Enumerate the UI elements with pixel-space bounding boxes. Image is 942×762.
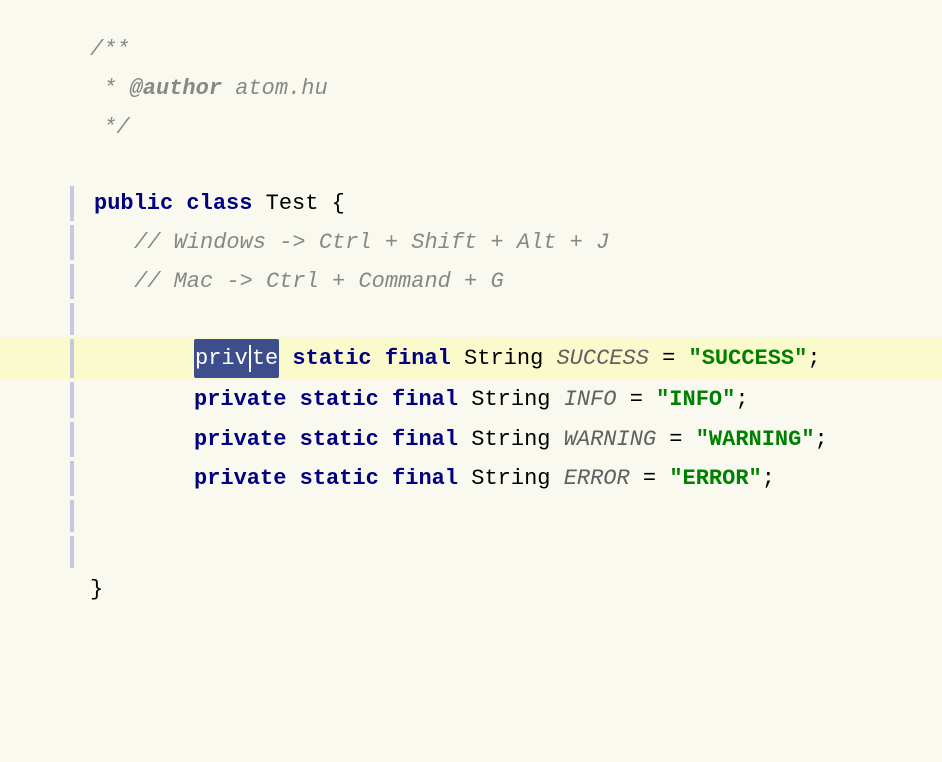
varname-success: SUCCESS xyxy=(556,341,648,376)
line-2: * @author atom.hu xyxy=(0,69,942,108)
javadoc-close: */ xyxy=(90,110,130,145)
keyword-public: public xyxy=(94,186,173,221)
left-border-13 xyxy=(70,500,74,532)
line-3: */ xyxy=(0,108,942,147)
line-11: private static final String WARNING = "W… xyxy=(0,420,942,459)
line-content-7: // Mac -> Ctrl + Command + G xyxy=(74,264,504,299)
line-content-15: } xyxy=(70,572,103,607)
line-15: } xyxy=(0,570,942,609)
line-14 xyxy=(0,534,942,570)
line-4 xyxy=(0,148,942,184)
line-9-highlighted: privte static final String SUCCESS = "SU… xyxy=(0,337,942,380)
keyword-private-4: private xyxy=(194,461,286,496)
varname-error: ERROR xyxy=(564,461,630,496)
line-content-6: // Windows -> Ctrl + Shift + Alt + J xyxy=(74,225,609,260)
keyword-static-2: static xyxy=(300,382,379,417)
keyword-final-3: final xyxy=(392,422,458,457)
keyword-final: final xyxy=(385,341,451,376)
keyword-static: static xyxy=(292,341,371,376)
line-1: /** xyxy=(0,30,942,69)
keyword-private-2: private xyxy=(194,382,286,417)
string-warning: "WARNING" xyxy=(696,422,815,457)
javadoc-author-value: atom.hu xyxy=(222,71,328,106)
string-success: "SUCCESS" xyxy=(689,341,808,376)
string-info: "INFO" xyxy=(656,382,735,417)
line-10: private static final String INFO = "INFO… xyxy=(0,380,942,419)
keyword-class: class xyxy=(186,186,252,221)
comment-mac: // Mac -> Ctrl + Command + G xyxy=(134,264,504,299)
keyword-final-4: final xyxy=(392,461,458,496)
line-6: // Windows -> Ctrl + Shift + Alt + J xyxy=(0,223,942,262)
varname-warning: WARNING xyxy=(564,422,656,457)
keyword-private-3: private xyxy=(194,422,286,457)
javadoc-open: /** xyxy=(90,32,130,67)
left-border-14 xyxy=(70,536,74,568)
line-12: private static final String ERROR = "ERR… xyxy=(0,459,942,498)
line-content-10: private static final String INFO = "INFO… xyxy=(74,382,749,417)
javadoc-star: * xyxy=(90,71,130,106)
line-content-1: /** xyxy=(70,32,130,67)
string-error: "ERROR" xyxy=(669,461,761,496)
class-name: Test { xyxy=(252,186,344,221)
line-content-2: * @author atom.hu xyxy=(70,71,328,106)
line-content-12: private static final String ERROR = "ERR… xyxy=(74,461,775,496)
comment-windows: // Windows -> Ctrl + Shift + Alt + J xyxy=(134,225,609,260)
keyword-static-4: static xyxy=(300,461,379,496)
keyword-static-3: static xyxy=(300,422,379,457)
line-content-3: */ xyxy=(70,110,130,145)
varname-info: INFO xyxy=(564,382,617,417)
code-editor: /** * @author atom.hu */ public class Te… xyxy=(0,0,942,639)
selected-private: privte xyxy=(194,339,279,378)
line-13 xyxy=(0,498,942,534)
closing-brace: } xyxy=(90,572,103,607)
left-border-8 xyxy=(70,303,74,335)
line-content-5: public class Test { xyxy=(74,186,345,221)
line-5: public class Test { xyxy=(0,184,942,223)
keyword-final-2: final xyxy=(392,382,458,417)
line-content-11: private static final String WARNING = "W… xyxy=(74,422,828,457)
line-8 xyxy=(0,301,942,337)
line-content-9: privte static final String SUCCESS = "SU… xyxy=(74,339,821,378)
javadoc-tag: @author xyxy=(130,71,222,106)
line-7: // Mac -> Ctrl + Command + G xyxy=(0,262,942,301)
